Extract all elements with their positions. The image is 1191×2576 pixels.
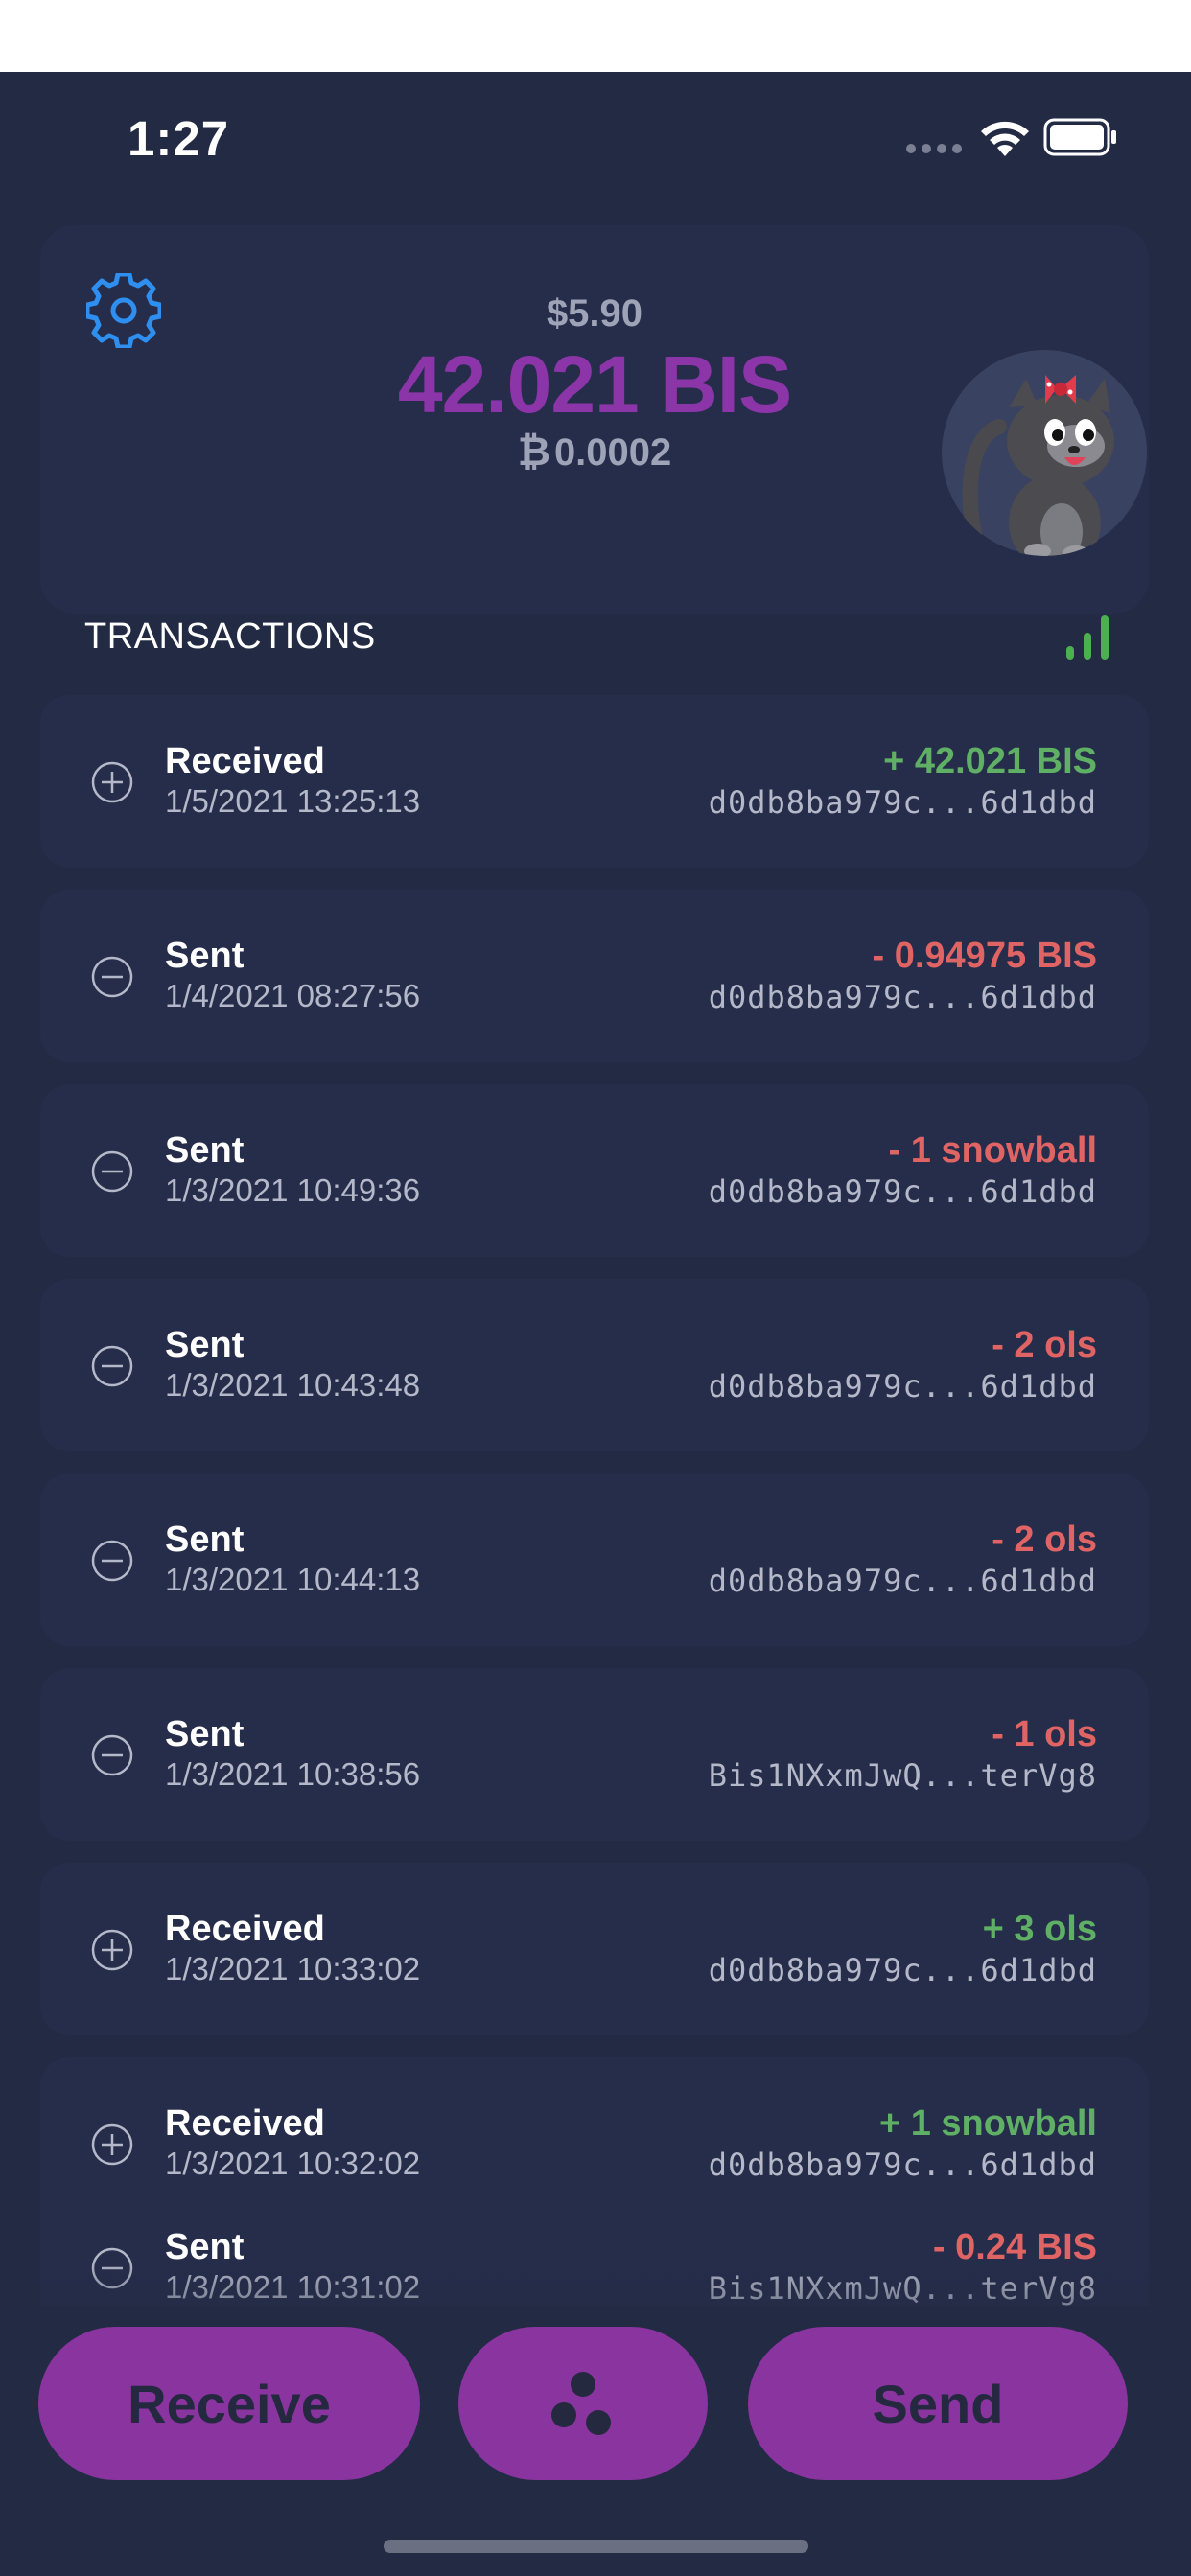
transaction-address: d0db8ba979c...6d1dbd bbox=[708, 1368, 1097, 1404]
transaction-date: 1/3/2021 10:31:02 bbox=[165, 2269, 421, 2305]
status-time: 1:27 bbox=[128, 111, 230, 166]
wallet-screen: 1:27 $5.90 42.021 BIS ₿ 0.0002 TRANSACTI… bbox=[0, 72, 1191, 2576]
minus-circle-icon bbox=[91, 1540, 133, 1582]
transaction-amount: - 0.24 BIS bbox=[932, 2227, 1097, 2267]
minus-circle-icon bbox=[91, 1150, 133, 1193]
transaction-type: Sent bbox=[165, 1714, 245, 1754]
minus-circle-icon bbox=[91, 1345, 133, 1387]
transaction-date: 1/3/2021 10:49:36 bbox=[165, 1172, 421, 1208]
plus-circle-icon bbox=[91, 761, 133, 803]
transaction-type: Received bbox=[165, 2103, 325, 2144]
dots-icon bbox=[551, 2372, 611, 2435]
send-button[interactable]: Send bbox=[748, 2327, 1128, 2480]
transaction-address: d0db8ba979c...6d1dbd bbox=[708, 979, 1097, 1015]
transaction-amount: - 2 ols bbox=[992, 1325, 1097, 1365]
transaction-date: 1/5/2021 13:25:13 bbox=[165, 783, 421, 819]
transaction-row[interactable]: Received 1/3/2021 10:33:02 + 3 ols d0db8ba9… bbox=[40, 1863, 1149, 2035]
transaction-type: Received bbox=[165, 1909, 325, 1949]
transaction-row[interactable]: Sent 1/3/2021 10:31:02 - 0.24 BIS Bis1NXxmJ… bbox=[40, 2181, 1149, 2306]
transaction-row[interactable]: Sent 1/3/2021 10:43:48 - 2 ols d0db8ba979c.… bbox=[40, 1279, 1149, 1451]
transaction-type: Received bbox=[165, 741, 325, 781]
bitcoin-icon: ₿ bbox=[517, 429, 550, 474]
transaction-address: d0db8ba979c...6d1dbd bbox=[708, 1952, 1097, 1988]
transaction-date: 1/3/2021 10:44:13 bbox=[165, 1562, 421, 1597]
home-indicator bbox=[384, 2540, 808, 2553]
avatar[interactable] bbox=[942, 350, 1148, 556]
minus-circle-icon bbox=[91, 1734, 133, 1776]
transaction-address: d0db8ba979c...6d1dbd bbox=[708, 784, 1097, 821]
transactions-heading: TRANSACTIONS bbox=[84, 616, 376, 657]
fiat-balance: $5.90 bbox=[546, 292, 643, 335]
btc-balance: 0.0002 bbox=[553, 431, 672, 474]
transaction-address: d0db8ba979c...6d1dbd bbox=[708, 1173, 1097, 1210]
plus-circle-icon bbox=[91, 2123, 133, 2166]
transaction-row[interactable]: Sent 1/3/2021 10:44:13 - 2 ols d0db8ba979c.… bbox=[40, 1474, 1149, 1646]
transaction-address: d0db8ba979c...6d1dbd bbox=[708, 1563, 1097, 1599]
transaction-list[interactable]: Received 1/5/2021 13:25:13 + 42.021 BIS d0d… bbox=[40, 695, 1149, 2306]
transaction-amount: - 2 ols bbox=[992, 1520, 1097, 1560]
transaction-address: d0db8ba979c...6d1dbd bbox=[708, 2147, 1097, 2183]
minus-circle-icon bbox=[91, 2247, 133, 2289]
transaction-amount: - 1 ols bbox=[992, 1714, 1097, 1754]
transaction-row[interactable]: Sent 1/3/2021 10:49:36 - 1 snowball d0db8ba… bbox=[40, 1084, 1149, 1257]
plus-circle-icon bbox=[91, 1929, 133, 1971]
transaction-amount: - 0.94975 BIS bbox=[872, 936, 1097, 976]
transaction-amount: + 3 ols bbox=[982, 1909, 1097, 1949]
transaction-date: 1/3/2021 10:38:56 bbox=[165, 1756, 421, 1792]
transaction-type: Sent bbox=[165, 1520, 245, 1560]
transaction-type: Sent bbox=[165, 936, 245, 976]
minus-circle-icon bbox=[91, 956, 133, 998]
tokens-button[interactable] bbox=[458, 2327, 708, 2480]
transaction-row[interactable]: Sent 1/3/2021 10:38:56 - 1 ols Bis1NXxmJwQ.… bbox=[40, 1668, 1149, 1841]
transaction-address: Bis1NXxmJwQ...terVg8 bbox=[708, 2270, 1097, 2306]
transaction-date: 1/3/2021 10:33:02 bbox=[165, 1951, 421, 1986]
network-strength-icon[interactable] bbox=[1064, 612, 1110, 661]
transaction-row[interactable]: Sent 1/4/2021 08:27:56 - 0.94975 BIS d0db8b… bbox=[40, 890, 1149, 1062]
settings-gear-icon[interactable] bbox=[86, 273, 161, 348]
transaction-type: Sent bbox=[165, 2227, 245, 2267]
transaction-amount: + 1 snowball bbox=[878, 2103, 1097, 2144]
transaction-type: Sent bbox=[165, 1130, 245, 1171]
transaction-date: 1/3/2021 10:43:48 bbox=[165, 1367, 421, 1403]
transaction-amount: + 42.021 BIS bbox=[883, 741, 1097, 781]
transaction-date: 1/4/2021 08:27:56 bbox=[165, 978, 421, 1013]
balance-card: $5.90 42.021 BIS ₿ 0.0002 bbox=[40, 225, 1149, 614]
transaction-amount: - 1 snowball bbox=[888, 1130, 1097, 1171]
cellular-signal-icon bbox=[906, 144, 962, 153]
transaction-address: Bis1NXxmJwQ...terVg8 bbox=[708, 1757, 1097, 1794]
transaction-date: 1/3/2021 10:32:02 bbox=[165, 2146, 421, 2181]
receive-button[interactable]: Receive bbox=[38, 2327, 420, 2480]
battery-icon bbox=[1043, 118, 1116, 156]
transaction-row[interactable]: Received 1/5/2021 13:25:13 + 42.021 BIS d0d… bbox=[40, 695, 1149, 868]
wifi-icon bbox=[981, 121, 1029, 156]
transaction-type: Sent bbox=[165, 1325, 245, 1365]
